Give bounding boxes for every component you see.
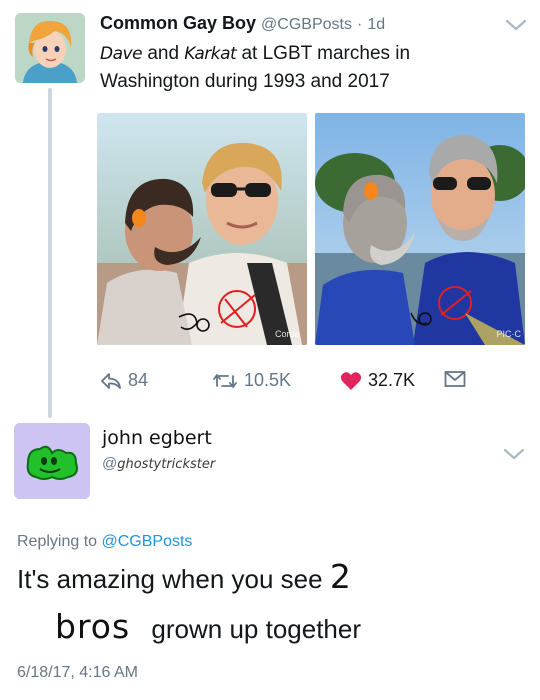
thread-connector-line [48, 88, 52, 418]
tweet-actions: 84 10.5K 32.7K [100, 370, 500, 396]
tweet-text-and: and [147, 43, 180, 64]
separator-dot: · [357, 16, 363, 33]
retweet-icon [213, 373, 237, 388]
replying-to: Replying to @CGBPosts [17, 533, 192, 551]
reply-handle-name: ghostytrickster [117, 457, 216, 472]
tweet-text: Dave and Karkat at LGBT marches in Washi… [100, 40, 520, 95]
tweet-text-line1: at LGBT marches in [241, 43, 411, 64]
chevron-down-icon[interactable] [505, 18, 527, 32]
handwritten-name-karkat: Karkat [184, 44, 237, 64]
handwritten-number: 2 [329, 557, 352, 596]
photo-1993[interactable]: Corde [97, 113, 307, 345]
photo-2017-image [315, 113, 525, 345]
reply-icon [101, 372, 121, 389]
reply-count: 84 [128, 370, 149, 390]
photo-watermark: PIC·C [496, 329, 522, 339]
reply-timestamp[interactable]: 6/18/17, 4:16 AM [17, 664, 138, 682]
photo-1993-image [97, 113, 307, 345]
reply-text-part2: grown up together [151, 614, 362, 644]
handwritten-name-dave: Dave [100, 44, 143, 64]
cartoon-avatar-icon [15, 13, 85, 83]
tweet-text-line2: Washington during 1993 and 2017 [100, 71, 390, 92]
replying-to-label: Replying to [17, 533, 98, 550]
reply-handle-prefix: @ [102, 455, 118, 472]
author-handle[interactable]: @CGBPosts [261, 16, 352, 33]
handwritten-word: bros [55, 607, 131, 646]
replying-to-handle[interactable]: @CGBPosts [102, 533, 193, 550]
reply-text-line1: It's amazing when you see 2 [17, 557, 352, 596]
envelope-icon [444, 371, 466, 387]
retweet-count: 10.5K [244, 370, 292, 390]
reply-text-line2: bros grown up together [55, 607, 361, 646]
photo-2017[interactable]: PIC·C [315, 113, 525, 345]
retweet-button[interactable]: 10.5K [212, 370, 291, 391]
photo-watermark: Corde [275, 329, 300, 339]
slime-avatar-icon [14, 423, 90, 499]
like-button[interactable]: 32.7K [340, 370, 415, 391]
reply-button[interactable]: 84 [100, 370, 148, 391]
reply-author-avatar[interactable] [14, 423, 90, 499]
author-name[interactable]: Common Gay Boy [100, 13, 256, 33]
reply-author-name[interactable]: john egbert [102, 427, 212, 449]
photo-grid: Corde PIC·C [97, 113, 525, 345]
like-count: 32.7K [368, 370, 416, 390]
author-avatar[interactable] [15, 13, 85, 83]
direct-message-button[interactable] [444, 370, 466, 388]
reply-author-handle[interactable]: @ghostytrickster [102, 455, 215, 472]
chevron-down-icon[interactable] [503, 447, 525, 461]
heart-icon [340, 371, 362, 390]
tweet-time[interactable]: 1d [367, 16, 385, 33]
reply-text-part1: It's amazing when you see [17, 564, 323, 594]
tweet-header: Common Gay Boy @CGBPosts · 1d [100, 12, 500, 36]
